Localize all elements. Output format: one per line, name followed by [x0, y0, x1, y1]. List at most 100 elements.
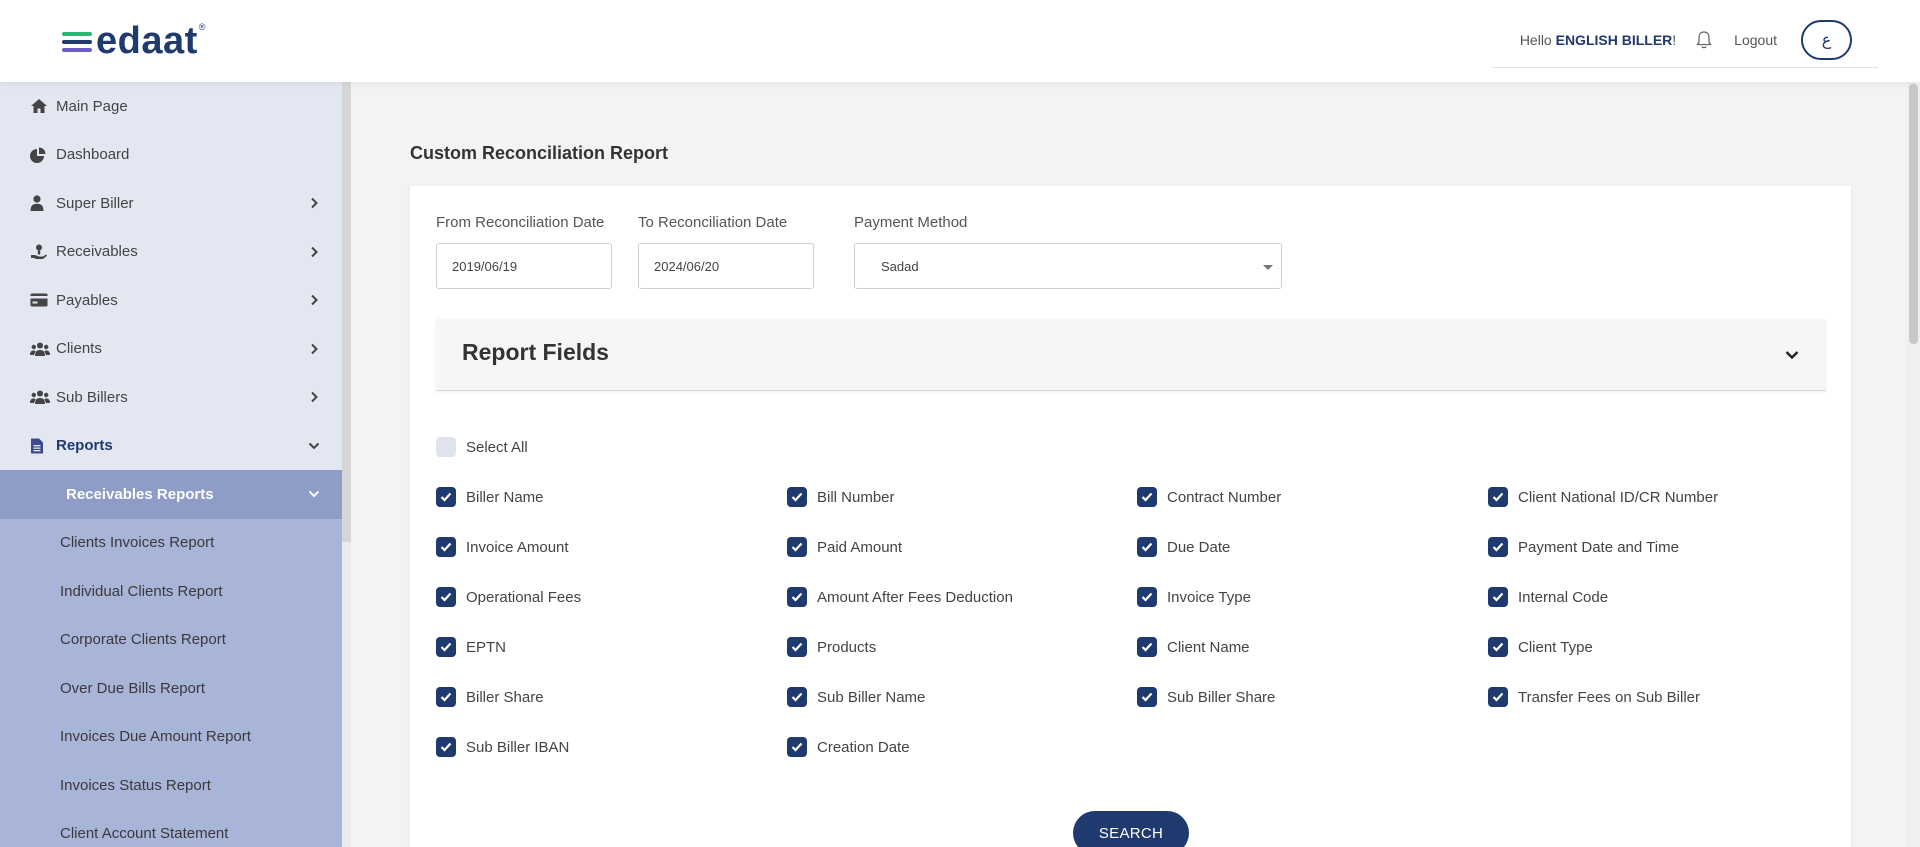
- pie-chart-icon: [30, 146, 52, 164]
- checkbox[interactable]: [787, 537, 807, 557]
- sidebar-item-super-biller[interactable]: Super Biller: [0, 179, 342, 228]
- report-field-checkbox[interactable]: Client Name: [1137, 637, 1250, 657]
- sidebar-item-clients[interactable]: Clients: [0, 325, 342, 374]
- report-field-checkbox[interactable]: Payment Date and Time: [1488, 537, 1679, 557]
- to-date-value: 2024/06/20: [654, 258, 720, 274]
- document-icon: [30, 437, 52, 455]
- report-field-checkbox[interactable]: Due Date: [1137, 537, 1230, 557]
- checkbox-label: Invoice Type: [1167, 588, 1251, 606]
- greeting: Hello ENGLISH BILLER!: [1520, 32, 1676, 48]
- submenu-item-clients-invoices-report[interactable]: Clients Invoices Report: [0, 519, 342, 568]
- sidebar-item-receivables[interactable]: Receivables: [0, 228, 342, 277]
- chevron-right-icon: [308, 197, 320, 209]
- sidebar-item-receivables-reports[interactable]: Receivables Reports: [0, 470, 342, 519]
- report-field-checkbox[interactable]: Paid Amount: [787, 537, 902, 557]
- report-field-checkbox[interactable]: Creation Date: [787, 737, 910, 757]
- checkbox[interactable]: [1137, 637, 1157, 657]
- sidebar-item-reports[interactable]: Reports: [0, 422, 342, 471]
- report-field-checkbox[interactable]: Sub Biller Name: [787, 687, 925, 707]
- bell-icon[interactable]: [1694, 29, 1714, 51]
- chevron-down-icon: [308, 440, 320, 452]
- check-icon: [1492, 642, 1504, 652]
- checkbox[interactable]: [1488, 537, 1508, 557]
- select-all-checkbox[interactable]: Select All: [436, 437, 528, 457]
- report-field-checkbox[interactable]: Biller Name: [436, 487, 544, 507]
- sidebar: Main Page Dashboard Super Biller Receiva…: [0, 82, 342, 847]
- checkbox[interactable]: [787, 637, 807, 657]
- report-field-checkbox[interactable]: EPTN: [436, 637, 506, 657]
- checkbox[interactable]: [436, 437, 456, 457]
- report-field-checkbox[interactable]: Products: [787, 637, 876, 657]
- submenu-item-corporate-clients-report[interactable]: Corporate Clients Report: [0, 616, 342, 665]
- report-field-checkbox[interactable]: Transfer Fees on Sub Biller: [1488, 687, 1700, 707]
- checkbox[interactable]: [1137, 537, 1157, 557]
- checkbox[interactable]: [1488, 487, 1508, 507]
- page-scrollbar-thumb[interactable]: [1909, 84, 1918, 344]
- to-date-field[interactable]: 2024/06/20: [638, 243, 814, 289]
- checkbox-label: Contract Number: [1167, 488, 1282, 506]
- report-field-checkbox[interactable]: Client Type: [1488, 637, 1593, 657]
- logo-trademark: ®: [198, 22, 206, 32]
- payment-method-select[interactable]: Sadad: [854, 243, 1282, 289]
- checkbox[interactable]: [436, 737, 456, 757]
- checkbox[interactable]: [436, 687, 456, 707]
- report-field-checkbox[interactable]: Bill Number: [787, 487, 895, 507]
- submenu-item-individual-clients-report[interactable]: Individual Clients Report: [0, 567, 342, 616]
- checkbox[interactable]: [1137, 687, 1157, 707]
- checkbox-label: Due Date: [1167, 538, 1231, 556]
- sidebar-item-label: Super Biller: [56, 194, 134, 212]
- report-field-checkbox[interactable]: Operational Fees: [436, 587, 581, 607]
- check-icon: [1492, 592, 1504, 602]
- sidebar-item-dashboard[interactable]: Dashboard: [0, 131, 342, 180]
- sidebar-item-main-page[interactable]: Main Page: [0, 82, 342, 131]
- chevron-down-icon: [308, 488, 320, 500]
- search-button[interactable]: SEARCH: [1073, 811, 1189, 847]
- submenu-item-invoices-due-amount-report[interactable]: Invoices Due Amount Report: [0, 713, 342, 762]
- checkbox-label: Products: [817, 638, 877, 656]
- from-date-label: From Reconciliation Date: [436, 214, 605, 231]
- checkbox[interactable]: [436, 587, 456, 607]
- sidebar-item-label: Receivables: [56, 243, 138, 261]
- report-field-checkbox[interactable]: Amount After Fees Deduction: [787, 587, 1013, 607]
- sidebar-item-payables[interactable]: Payables: [0, 276, 342, 325]
- checkbox[interactable]: [787, 587, 807, 607]
- report-field-checkbox[interactable]: Sub Biller Share: [1137, 687, 1275, 707]
- check-icon: [1492, 542, 1504, 552]
- checkbox[interactable]: [1137, 487, 1157, 507]
- checkbox[interactable]: [787, 687, 807, 707]
- check-icon: [1141, 542, 1153, 552]
- language-toggle-button[interactable]: ع: [1801, 20, 1852, 60]
- report-field-checkbox[interactable]: Biller Share: [436, 687, 544, 707]
- checkbox[interactable]: [787, 487, 807, 507]
- sidebar-item-sub-billers[interactable]: Sub Billers: [0, 373, 342, 422]
- report-field-checkbox[interactable]: Contract Number: [1137, 487, 1281, 507]
- edaat-logo[interactable]: edaat ®: [62, 22, 205, 60]
- submenu-item-over-due-bills-report[interactable]: Over Due Bills Report: [0, 664, 342, 713]
- to-date-label: To Reconciliation Date: [638, 214, 788, 231]
- checkbox[interactable]: [1488, 587, 1508, 607]
- checkbox[interactable]: [436, 637, 456, 657]
- sidebar-item-label: Payables: [56, 291, 118, 309]
- from-date-field[interactable]: 2019/06/19: [436, 243, 612, 289]
- report-fields-accordion[interactable]: Report Fields: [436, 319, 1826, 391]
- check-icon: [1492, 692, 1504, 702]
- report-field-checkbox[interactable]: Invoice Type: [1137, 587, 1251, 607]
- checkbox[interactable]: [1488, 637, 1508, 657]
- checkbox[interactable]: [1488, 687, 1508, 707]
- checkbox[interactable]: [787, 737, 807, 757]
- checkbox-label: Paid Amount: [817, 538, 903, 556]
- checkbox[interactable]: [436, 537, 456, 557]
- report-field-checkbox[interactable]: Sub Biller IBAN: [436, 737, 569, 757]
- checkbox-label: Transfer Fees on Sub Biller: [1518, 688, 1701, 706]
- report-field-checkbox[interactable]: Invoice Amount: [436, 537, 569, 557]
- sidebar-scrollbar-thumb[interactable]: [342, 82, 351, 542]
- logout-link[interactable]: Logout: [1734, 32, 1777, 48]
- check-icon: [1141, 642, 1153, 652]
- checkbox[interactable]: [436, 487, 456, 507]
- report-field-checkbox[interactable]: Internal Code: [1488, 587, 1608, 607]
- submenu-item-invoices-status-report[interactable]: Invoices Status Report: [0, 761, 342, 810]
- checkbox[interactable]: [1137, 587, 1157, 607]
- report-field-checkbox[interactable]: Client National ID/CR Number: [1488, 487, 1718, 507]
- submenu-item-client-account-statement[interactable]: Client Account Statement: [0, 810, 342, 847]
- submenu-label: Receivables Reports: [66, 485, 214, 503]
